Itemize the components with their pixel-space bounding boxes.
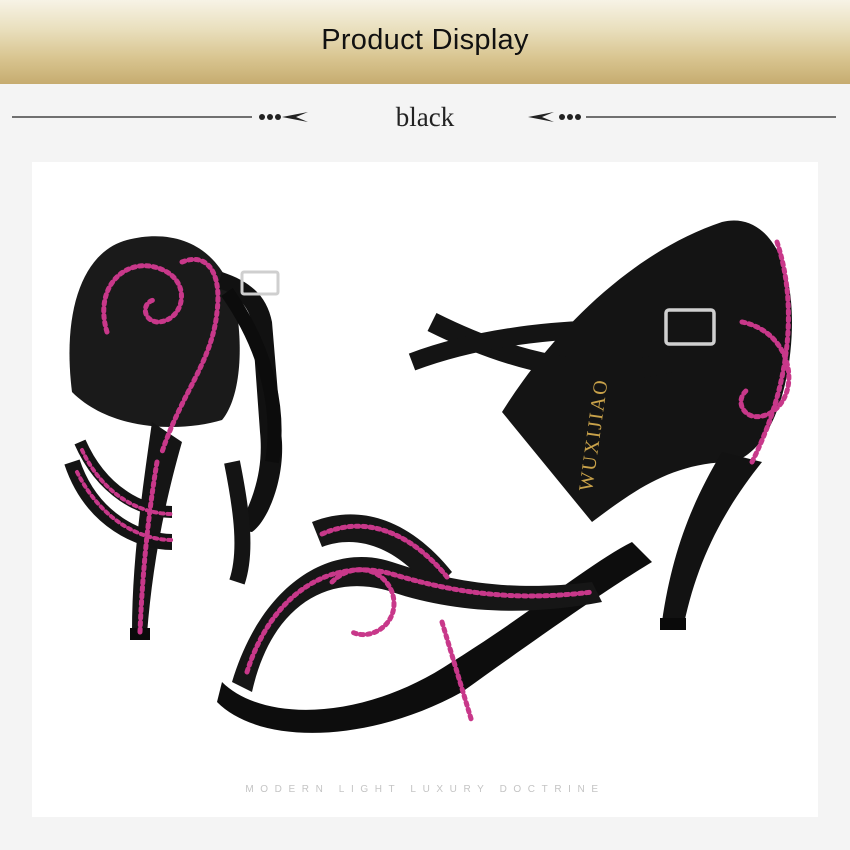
right-divider-ornament [528, 112, 836, 122]
product-photo: WUXIJIAO [32, 162, 818, 817]
left-shoe-rear-view [64, 236, 283, 640]
left-divider-ornament [12, 112, 308, 122]
header-banner: Product Display [0, 0, 850, 84]
shoes-illustration: WUXIJIAO [64, 220, 792, 733]
right-shoe-side-view: WUXIJIAO [217, 220, 792, 733]
page-title: Product Display [321, 23, 529, 56]
tagline: MODERN LIGHT LUXURY DOCTRINE [245, 784, 605, 795]
color-section: black [0, 90, 850, 152]
color-label: black [395, 102, 455, 132]
